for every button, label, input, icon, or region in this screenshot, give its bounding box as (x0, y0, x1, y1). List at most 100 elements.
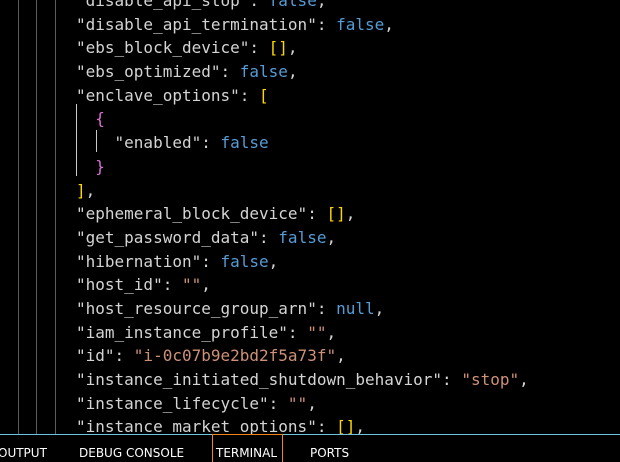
code-token: false (336, 14, 385, 34)
code-token: , (326, 227, 337, 247)
code-token: "hibernation" (76, 251, 202, 271)
code-token: : (268, 393, 288, 413)
tab-debug-console[interactable]: DEBUG CONSOLE (79, 435, 184, 462)
code-token: "disable_api_termination" (76, 14, 317, 34)
code-line-text: "enclave_options": [ (76, 84, 269, 108)
code-token: , (287, 38, 298, 58)
json-code-block: "disable_api_stop": false, "disable_api_t… (0, 0, 620, 439)
code-token: : (249, 0, 269, 10)
code-line-text: "instance_lifecycle": "", (76, 392, 317, 416)
code-token: : (307, 204, 327, 224)
tab-terminal[interactable]: TERMINAL (212, 434, 283, 462)
code-token: , (384, 14, 394, 34)
code-token: : (287, 322, 308, 342)
code-token: "get_password_data" (76, 227, 260, 247)
code-token: "ebs_optimized" (76, 62, 221, 82)
code-token: "iam_instance_profile" (76, 322, 288, 342)
code-line-text: "get_password_data": false, (76, 226, 336, 250)
code-token: "instance_initiated_shutdown_behavior" (76, 370, 443, 389)
code-token: "disable_api_stop" (76, 0, 250, 10)
code-token: : (316, 298, 337, 318)
code-line-text: "id": "i-0c07b9e2bd2f5a73f", (76, 344, 346, 368)
code-token: "ephemeral_block_device" (76, 204, 308, 224)
code-token: "host_id" (76, 275, 163, 295)
code-token: } (76, 156, 105, 176)
code-token: [] (268, 38, 288, 58)
code-token: : (316, 14, 337, 34)
code-line-text: "host_id": "", (76, 273, 211, 297)
code-token: : (259, 227, 279, 247)
code-line: "ebs_block_device": [], (0, 36, 620, 60)
code-line: "host_resource_group_arn": null, (0, 297, 620, 321)
code-line-text: { (76, 107, 105, 131)
code-token: "" (181, 275, 202, 295)
code-line-text: "instance_initiated_shutdown_behavior": … (76, 368, 529, 392)
code-line: "enclave_options": [ (0, 84, 620, 108)
code-token: "enabled" (76, 133, 202, 153)
code-token: false (220, 251, 269, 271)
code-line-text: ], (76, 179, 95, 203)
code-line-text: } (76, 155, 105, 179)
code-line: "host_id": "", (0, 273, 620, 297)
code-token: "" (307, 322, 327, 342)
code-token: [] (326, 204, 346, 224)
panel-tab-bar: OUTPUT DEBUG CONSOLE TERMINAL PORTS (0, 434, 620, 462)
code-token: "ebs_block_device" (76, 38, 250, 58)
code-line-text: "enabled": false (76, 131, 269, 155)
code-token: false (239, 62, 288, 82)
code-token: "id" (76, 346, 115, 366)
code-line: "instance_lifecycle": "", (0, 392, 620, 416)
code-line: "disable_api_stop": false, (0, 0, 620, 13)
code-token: : (201, 133, 221, 153)
code-token: null (336, 298, 375, 318)
code-token: "i-0c07b9e2bd2f5a73f" (133, 346, 337, 366)
code-token: , (519, 370, 529, 389)
code-token: , (85, 180, 96, 200)
code-line-text: "disable_api_stop": false, (76, 0, 326, 13)
code-token: , (268, 251, 279, 271)
code-token: , (287, 62, 298, 82)
code-token: "instance_lifecycle" (76, 393, 269, 413)
code-line-text: "disable_api_termination": false, (76, 13, 394, 37)
code-token: : (239, 85, 260, 105)
code-line-text: "hibernation": false, (76, 250, 278, 274)
code-token: : (162, 275, 182, 295)
code-line-text: "host_resource_group_arn": null, (76, 297, 384, 321)
code-token: "enclave_options" (76, 85, 240, 105)
code-token: , (374, 298, 385, 318)
code-line: "enabled": false (0, 131, 620, 155)
code-token: "" (287, 393, 308, 413)
code-token: false (278, 227, 327, 247)
code-line-text: "iam_instance_profile": "", (76, 321, 336, 345)
tab-output[interactable]: OUTPUT (0, 435, 47, 462)
code-token: "stop" (461, 370, 520, 389)
code-token: : (249, 38, 269, 58)
code-token: ] (76, 180, 86, 200)
code-line: "get_password_data": false, (0, 226, 620, 250)
code-token: , (326, 322, 337, 342)
code-line-text: "ebs_block_device": [], (76, 36, 298, 60)
code-token: : (442, 370, 462, 389)
code-token: [ (259, 85, 269, 105)
tab-ports[interactable]: PORTS (310, 435, 349, 462)
code-line: "hibernation": false, (0, 250, 620, 274)
code-token: , (316, 0, 327, 10)
code-token: { (76, 109, 105, 129)
code-token: false (220, 133, 269, 153)
code-token: false (268, 0, 317, 10)
code-line: ], (0, 179, 620, 203)
code-line: "ebs_optimized": false, (0, 60, 620, 84)
code-token: , (336, 346, 346, 366)
code-token: , (345, 204, 356, 224)
code-line: "id": "i-0c07b9e2bd2f5a73f", (0, 344, 620, 368)
code-line: } (0, 155, 620, 179)
code-token: : (114, 346, 134, 366)
code-token: : (201, 251, 221, 271)
terminal-output-view: "disable_api_stop": false, "disable_api_t… (0, 0, 620, 462)
code-line: "instance_initiated_shutdown_behavior": … (0, 368, 620, 392)
code-line: { (0, 107, 620, 131)
code-line-text: "ebs_optimized": false, (76, 60, 298, 84)
code-token: , (307, 393, 317, 413)
code-line-text: "ephemeral_block_device": [], (76, 202, 355, 226)
code-line: "disable_api_termination": false, (0, 13, 620, 37)
